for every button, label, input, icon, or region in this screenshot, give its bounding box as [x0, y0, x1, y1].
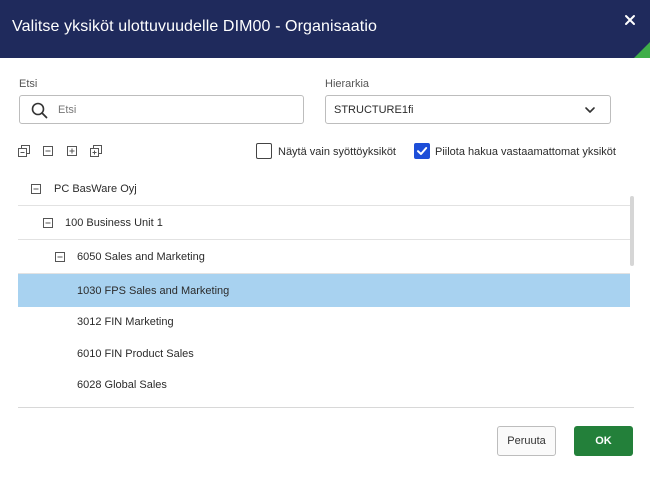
close-icon[interactable] — [620, 10, 640, 30]
ok-button[interactable]: OK — [574, 426, 633, 456]
collapse-node-icon[interactable] — [43, 218, 53, 228]
collapse-node-icon[interactable] — [31, 184, 41, 194]
dialog-title: Valitse yksiköt ulottuvuudelle DIM00 - O… — [12, 18, 377, 35]
cancel-button[interactable]: Peruuta — [497, 426, 556, 456]
brand-corner-accent — [634, 42, 650, 58]
tree-row-6050-sales-marketing[interactable]: 6050 Sales and Marketing — [18, 240, 630, 274]
hierarchy-select[interactable]: STRUCTURE1fi — [325, 95, 611, 124]
expand-icon[interactable] — [66, 145, 78, 157]
expand-all-icon[interactable] — [18, 145, 30, 157]
dialog-header: Valitse yksiköt ulottuvuudelle DIM00 - O… — [0, 0, 650, 58]
search-input[interactable] — [58, 100, 293, 120]
tree-row-6028-global-sales[interactable]: 6028 Global Sales — [18, 369, 630, 400]
search-field[interactable] — [19, 95, 304, 124]
tree-row-3012-fin-marketing[interactable]: 3012 FIN Marketing — [18, 307, 630, 338]
unit-tree: PC BasWare Oyj 100 Business Unit 1 6050 … — [18, 173, 634, 408]
tree-row-label: 1030 FPS Sales and Marketing — [77, 285, 230, 297]
tree-row-business-unit-1[interactable]: 100 Business Unit 1 — [18, 206, 630, 240]
collapse-all-icon[interactable] — [90, 145, 102, 157]
tree-row-6010-fin-product-sales[interactable]: 6010 FIN Product Sales — [18, 338, 630, 369]
hide-non-matching-label: Piilota hakua vastaamattomat yksiköt — [435, 146, 616, 158]
tree-row-label: 3012 FIN Marketing — [77, 316, 174, 328]
tree-scrollbar[interactable] — [630, 196, 634, 266]
hierarchy-selected-value: STRUCTURE1fi — [334, 104, 414, 116]
search-icon — [31, 102, 48, 119]
search-label: Etsi — [19, 78, 38, 90]
tree-row-label: 6050 Sales and Marketing — [77, 251, 205, 263]
tree-row-label: 100 Business Unit 1 — [65, 217, 163, 229]
tree-row-1030-fps-selected[interactable]: 1030 FPS Sales and Marketing — [18, 274, 630, 307]
input-units-only-label: Näytä vain syöttöyksiköt — [278, 146, 396, 158]
hierarchy-label: Hierarkia — [325, 78, 370, 90]
tree-row-label: 6028 Global Sales — [77, 379, 167, 391]
tree-row-label: 6010 FIN Product Sales — [77, 348, 194, 360]
tree-row-pc-basware[interactable]: PC BasWare Oyj — [18, 173, 630, 206]
checkmark-icon — [417, 147, 428, 155]
input-units-only-checkbox[interactable] — [256, 143, 272, 159]
collapse-node-icon[interactable] — [55, 252, 65, 262]
chevron-down-icon — [585, 107, 595, 113]
tree-row-label: PC BasWare Oyj — [54, 183, 137, 195]
hide-non-matching-checkbox[interactable] — [414, 143, 430, 159]
collapse-icon[interactable] — [42, 145, 54, 157]
